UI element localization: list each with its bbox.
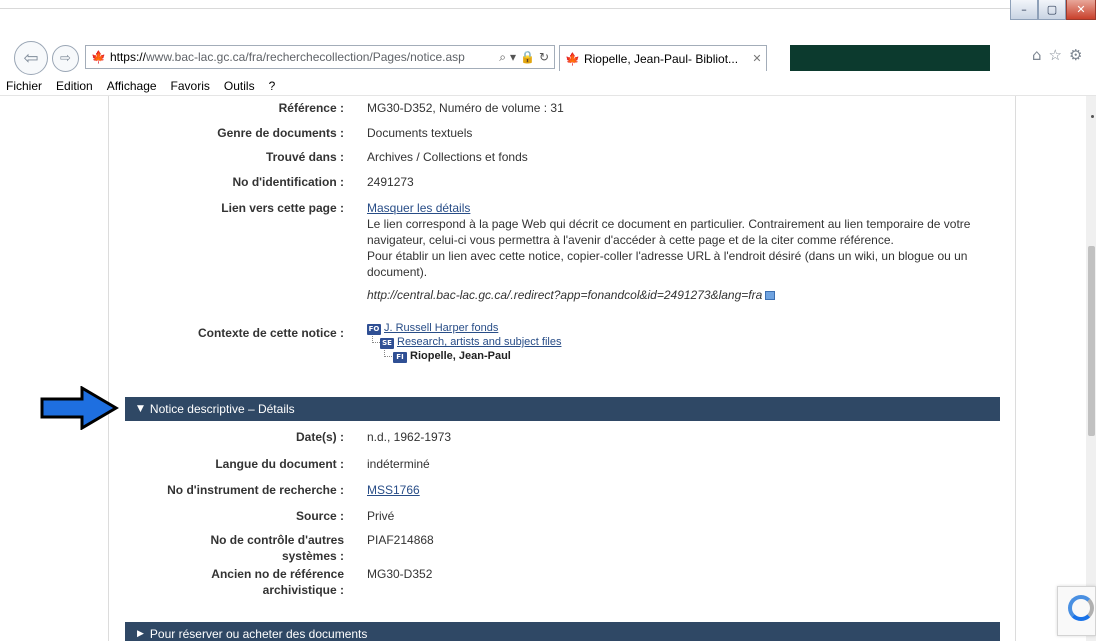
browser-chrome: – ▢ ✕ ⇦ ⇨ 🍁 https://www.bac-lac.gc.ca/fr… (0, 0, 1096, 76)
field-value: MSS1766 (367, 482, 977, 498)
tree-link-fonds[interactable]: J. Russell Harper fonds (384, 322, 498, 334)
lock-icon[interactable]: 🔒 (520, 50, 535, 64)
field-label: Lien vers cette page : (221, 201, 344, 215)
tree-item[interactable]: FO J. Russell Harper fonds (367, 321, 498, 335)
field-label: Trouvé dans : (265, 150, 344, 164)
dropdown-icon[interactable]: ▾ (510, 50, 516, 64)
menu-fichier[interactable]: Fichier (6, 79, 42, 93)
context-tree: FO J. Russell Harper fonds SE Research, ar… (367, 321, 977, 369)
copy-icon[interactable] (765, 291, 776, 300)
window-maximize-button[interactable]: ▢ (1038, 0, 1066, 20)
address-bar[interactable]: 🍁 https://www.bac-lac.gc.ca/fra/recherch… (85, 45, 555, 69)
field-value: indéterminé (367, 457, 430, 471)
section-title: Pour réserver ou acheter des documents (149, 627, 368, 641)
chrome-divider (0, 8, 1096, 9)
link-field-value: Masquer les détails Le lien correspond à… (367, 200, 977, 303)
field-value: Archives / Collections et fonds (367, 150, 528, 164)
finding-aid-link[interactable]: MSS1766 (367, 483, 420, 497)
browser-tab[interactable]: 🍁 Riopelle, Jean-Paul- Bibliot... ✕ (559, 45, 767, 71)
menu-affichage[interactable]: Affichage (107, 79, 157, 93)
permalink-line: http://central.bac-lac.gc.ca/.redirect?a… (367, 287, 977, 303)
field-label: No de contrôle d'autres systèmes : (210, 533, 344, 563)
gear-icon[interactable]: ⚙ (1069, 46, 1082, 64)
scrollbar-marker (1091, 115, 1094, 118)
toolbar-icons: ⌂ ☆ ⚙ (1032, 46, 1082, 64)
page-content: Référence : MG30-D352, Numéro de volume … (0, 96, 1096, 641)
maple-leaf-icon: 🍁 (565, 51, 580, 66)
forward-arrow-icon: ⇨ (60, 51, 71, 66)
content-right-border (1015, 96, 1016, 641)
chevron-right-icon: ▶ (137, 629, 144, 639)
menu-bar: Fichier Edition Affichage Favoris Outils… (0, 76, 1096, 96)
section-header-order[interactable]: ▶ Pour réserver ou acheter des documents (125, 622, 1000, 641)
url-scheme: https:// (109, 50, 146, 64)
menu-favoris[interactable]: Favoris (171, 79, 210, 93)
annotation-arrow-icon (40, 386, 119, 430)
series-icon: SE (380, 338, 394, 349)
back-button[interactable]: ⇦ (14, 41, 48, 75)
content-left-border (108, 96, 109, 641)
field-label: Ancien no de référence archivistique : (211, 567, 344, 597)
section-title: Notice descriptive – Détails (149, 402, 295, 416)
field-label: Langue du document : (215, 457, 344, 471)
forward-button[interactable]: ⇨ (52, 45, 79, 72)
field-label: Contexte de cette notice : (197, 326, 344, 340)
tab-title: Riopelle, Jean-Paul- Bibliot... (583, 51, 739, 66)
window-minimize-button[interactable]: – (1010, 0, 1038, 20)
field-label: Genre de documents : (217, 126, 344, 140)
field-value: 2491273 (367, 175, 414, 189)
section-header-details[interactable]: ▼ Notice descriptive – Détails (125, 397, 1000, 421)
tab-close-icon[interactable]: ✕ (748, 52, 766, 65)
home-icon[interactable]: ⌂ (1032, 46, 1042, 64)
scrollbar-thumb[interactable] (1088, 246, 1095, 436)
field-label: No d'identification : (232, 175, 344, 189)
field-value: MG30-D352, Numéro de volume : 31 (367, 101, 564, 115)
field-label: No d'instrument de recherche : (167, 483, 344, 497)
url-path: www.bac-lac.gc.ca/fra/recherchecollectio… (145, 50, 465, 64)
chevron-down-icon: ▼ (137, 404, 144, 414)
recaptcha-badge[interactable] (1057, 586, 1096, 636)
field-value: Documents textuels (367, 126, 473, 140)
window-close-button[interactable]: ✕ (1066, 0, 1096, 20)
file-icon: FI (393, 352, 407, 363)
link-explanation: Le lien correspond à la page Web qui déc… (367, 217, 971, 247)
maple-leaf-icon: 🍁 (91, 50, 106, 64)
fonds-icon: FO (367, 324, 381, 335)
field-value: MG30-D352 (367, 567, 433, 581)
search-icon[interactable]: ⌕ (499, 50, 506, 65)
tree-link-series[interactable]: Research, artists and subject files (397, 336, 561, 348)
tree-current-item: Riopelle, Jean-Paul (410, 350, 511, 362)
field-label: Date(s) : (295, 430, 344, 444)
star-icon[interactable]: ☆ (1049, 46, 1062, 64)
permalink-url[interactable]: http://central.bac-lac.gc.ca/.redirect?a… (367, 288, 762, 302)
refresh-icon[interactable]: ↻ (539, 50, 549, 64)
field-label: Source : (295, 509, 344, 523)
link-instructions: Pour établir un lien avec cette notice, … (367, 249, 968, 279)
address-url[interactable]: https://www.bac-lac.gc.ca/fra/recherchec… (110, 50, 494, 64)
menu-help[interactable]: ? (269, 79, 276, 93)
toggle-details-link[interactable]: Masquer les détails (367, 201, 470, 215)
field-value: Privé (367, 509, 395, 523)
tree-item[interactable]: SE Research, artists and subject files (380, 335, 561, 349)
tab-strip-blank (790, 45, 990, 71)
back-arrow-icon: ⇦ (23, 47, 39, 69)
field-value: n.d., 1962-1973 (367, 430, 452, 444)
menu-outils[interactable]: Outils (224, 79, 255, 93)
recaptcha-icon (1068, 595, 1094, 621)
menu-edition[interactable]: Edition (56, 79, 93, 93)
field-value: PIAF214868 (367, 533, 434, 547)
tree-item: FI Riopelle, Jean-Paul (393, 349, 511, 363)
field-label: Référence : (278, 101, 344, 115)
